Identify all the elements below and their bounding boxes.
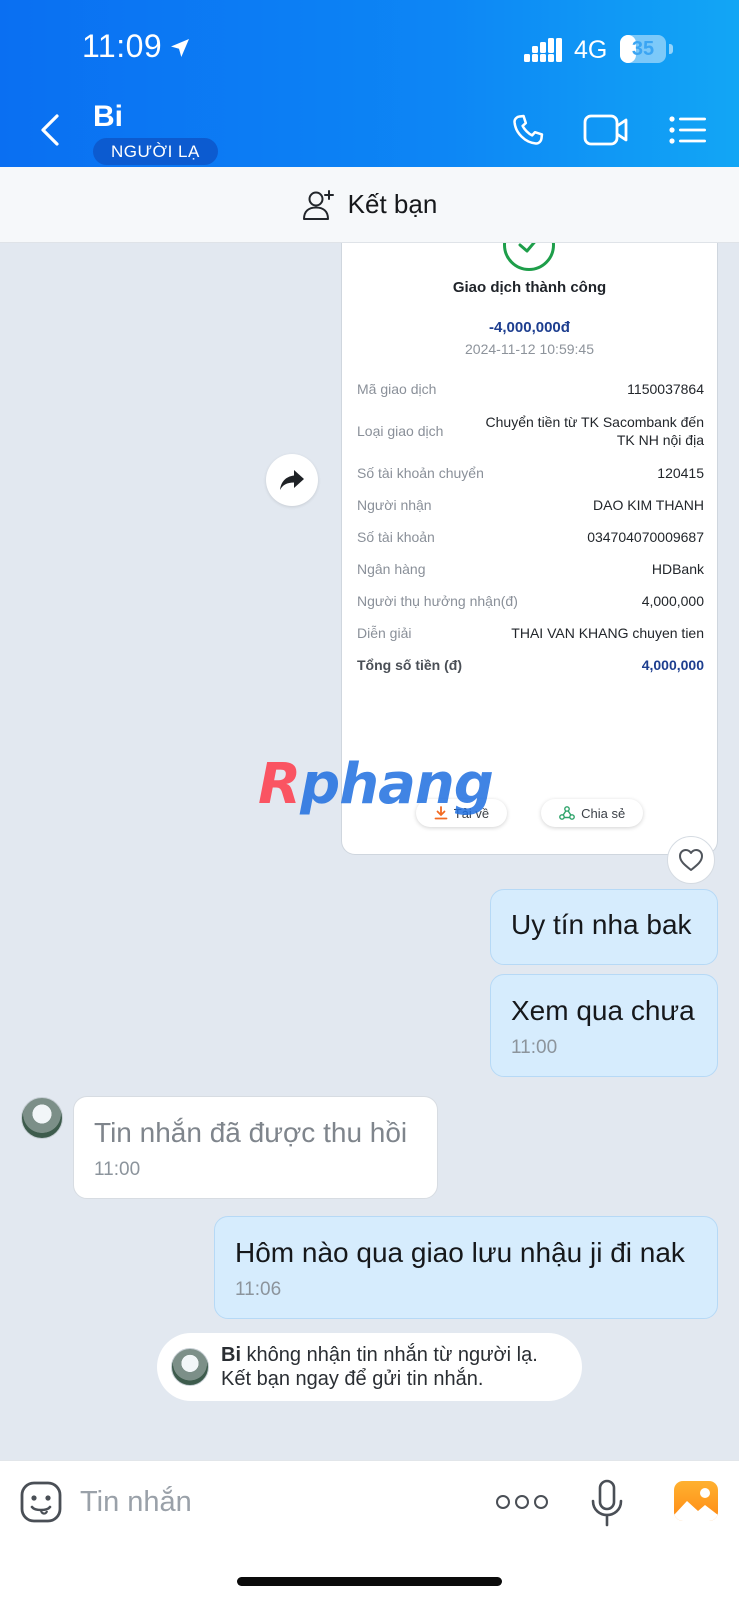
battery-level: 35	[631, 38, 655, 60]
add-friend-icon	[302, 189, 334, 220]
detail-row: Số tài khoản 034704070009687	[357, 521, 704, 553]
detail-row: Loại giao dịch Chuyển tiền từ TK Sacomba…	[357, 405, 704, 457]
forward-button[interactable]	[266, 454, 318, 506]
stranger-badge: NGƯỜI LẠ	[93, 138, 218, 165]
menu-list-icon	[669, 116, 706, 144]
detail-label: Ngân hàng	[357, 561, 426, 577]
heart-icon	[679, 849, 703, 871]
message-text: Hôm nào qua giao lưu nhậu ji đi nak	[235, 1237, 685, 1268]
detail-label: Số tài khoản chuyển	[357, 465, 484, 481]
notice-text: Bi không nhận tin nhắn từ người lạ. Kết …	[221, 1343, 538, 1391]
detail-label: Mã giao dịch	[357, 381, 437, 397]
detail-value: THAI VAN KHANG chuyen tien	[511, 625, 704, 641]
more-dot-icon	[534, 1495, 548, 1509]
chat-options-button[interactable]	[664, 108, 712, 152]
detail-row: Ngân hàng HDBank	[357, 553, 704, 585]
message-bubble-outgoing[interactable]: Uy tín nha bak	[490, 889, 718, 965]
back-icon	[41, 114, 59, 146]
more-options-button[interactable]	[496, 1489, 548, 1515]
watermark-logo: Rphang	[258, 752, 494, 817]
location-arrow-icon	[171, 39, 189, 57]
battery-cap	[669, 44, 673, 54]
message-time: 11:00	[511, 1037, 558, 1058]
transaction-datetime: 2024-11-12 10:59:45	[465, 341, 594, 357]
detail-row: Mã giao dịch 1150037864	[357, 373, 704, 405]
image-icon	[674, 1488, 718, 1521]
sticker-icon	[20, 1481, 62, 1523]
video-call-button[interactable]	[582, 108, 630, 152]
message-time: 11:06	[235, 1279, 282, 1300]
detail-value: 034704070009687	[587, 529, 704, 545]
video-call-icon	[583, 114, 628, 146]
detail-row: Người thụ hưởng nhận(đ) 4,000,000	[357, 585, 704, 617]
transaction-amount: -4,000,000đ	[489, 319, 570, 336]
home-indicator	[237, 1577, 502, 1586]
send-image-button[interactable]	[674, 1481, 718, 1521]
recalled-message-text: Tin nhắn đã được thu hồi	[94, 1117, 408, 1148]
forward-arrow-icon	[280, 470, 304, 490]
share-button: Chia sẻ	[541, 799, 644, 827]
detail-value: DAO KIM THANH	[593, 497, 704, 513]
success-check-icon	[503, 243, 555, 271]
battery-icon: 35	[620, 35, 666, 63]
voice-call-button[interactable]	[504, 108, 552, 152]
detail-value: 4,000,000	[641, 593, 704, 609]
network-type: 4G	[574, 36, 608, 64]
react-button[interactable]	[667, 836, 715, 884]
detail-label: Diễn giải	[357, 625, 412, 641]
share-label: Chia sẻ	[581, 805, 626, 821]
more-dot-icon	[515, 1495, 529, 1509]
microphone-icon	[591, 1479, 623, 1527]
detail-label: Người thụ hưởng nhận(đ)	[357, 593, 518, 609]
more-dot-icon	[496, 1495, 510, 1509]
message-text: Uy tín nha bak	[511, 909, 692, 940]
message-input[interactable]	[80, 1479, 460, 1525]
detail-value: 1150037864	[627, 381, 704, 397]
detail-value: HDBank	[651, 561, 704, 577]
share-icon	[559, 806, 576, 820]
notice-line-1: không nhận tin nhắn từ người lạ.	[241, 1344, 538, 1366]
contact-avatar[interactable]	[21, 1097, 63, 1139]
detail-row: Diễn giải THAI VAN KHANG chuyen tien	[357, 617, 704, 649]
chat-header: 11:09 4G 35 Bi NGƯỜI LẠ	[0, 0, 739, 167]
detail-value: 120415	[657, 465, 704, 481]
detail-label: Số tài khoản	[357, 529, 435, 545]
detail-label: Loại giao dịch	[357, 423, 444, 439]
message-bubble-incoming[interactable]: Tin nhắn đã được thu hồi 11:00	[73, 1096, 438, 1199]
emoji-button[interactable]	[20, 1481, 62, 1523]
add-friend-button[interactable]: Kết bạn	[0, 167, 739, 243]
phone-icon	[513, 114, 544, 145]
notice-line-2: Kết bạn ngay để gửi tin nhắn.	[221, 1368, 484, 1390]
detail-row: Người nhận DAO KIM THANH	[357, 489, 704, 521]
detail-row: Số tài khoản chuyển 120415	[357, 457, 704, 489]
cellular-signal-icon	[524, 38, 562, 62]
back-button[interactable]	[32, 108, 68, 152]
add-friend-label: Kết bạn	[347, 189, 438, 219]
contact-name[interactable]: Bi	[93, 100, 123, 134]
detail-value: 4,000,000	[641, 657, 704, 673]
message-bubble-outgoing[interactable]: Hôm nào qua giao lưu nhậu ji đi nak 11:0…	[214, 1216, 718, 1319]
voice-message-button[interactable]	[590, 1479, 624, 1527]
detail-label: Người nhận	[357, 497, 432, 513]
detail-label: Tổng số tiền (đ)	[357, 657, 462, 673]
stranger-notice: Bi không nhận tin nhắn từ người lạ. Kết …	[157, 1333, 582, 1401]
notice-contact-name: Bi	[221, 1344, 241, 1366]
transaction-status: Giao dịch thành công	[452, 279, 607, 296]
message-text: Xem qua chưa	[511, 995, 695, 1026]
contact-avatar-small	[171, 1348, 209, 1386]
transaction-details: Mã giao dịch 1150037864 Loại giao dịch C…	[357, 373, 704, 681]
status-time: 11:09	[82, 28, 163, 64]
message-time: 11:00	[94, 1159, 141, 1180]
detail-value: Chuyển tiền từ TK Sacombank đến TK NH nộ…	[485, 414, 704, 448]
detail-row-total: Tổng số tiền (đ) 4,000,000	[357, 649, 704, 681]
message-bubble-outgoing[interactable]: Xem qua chưa 11:00	[490, 974, 718, 1077]
